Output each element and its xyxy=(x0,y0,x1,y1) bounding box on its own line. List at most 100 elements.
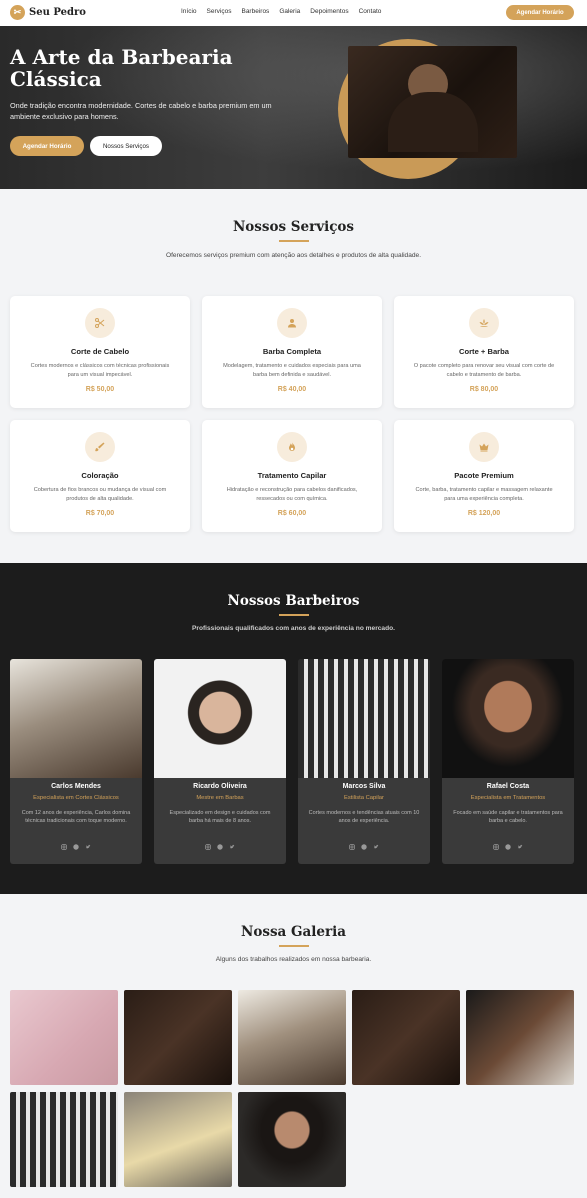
instagram-icon[interactable] xyxy=(61,844,67,850)
service-desc: Cortes modernos e clássicos com técnicas… xyxy=(30,363,170,378)
spa-icon xyxy=(469,308,499,338)
service-card[interactable]: Pacote Premium Corte, barba, tratamento … xyxy=(394,420,574,532)
service-card[interactable]: Tratamento Capilar Hidratação e reconstr… xyxy=(202,420,382,532)
gallery-image[interactable] xyxy=(238,1092,346,1187)
gallery-image[interactable] xyxy=(238,990,346,1085)
barber-card[interactable]: Rafael Costa Especialista em Tratamentos… xyxy=(442,659,574,864)
service-name: Tratamento Capilar xyxy=(257,471,327,480)
hero-subtitle: Onde tradição encontra modernidade. Cort… xyxy=(10,101,272,121)
crown-icon xyxy=(469,432,499,462)
service-name: Barba Completa xyxy=(262,347,322,356)
service-desc: Cobertura de fios brancos ou mudança de … xyxy=(33,487,167,502)
barber-photo xyxy=(10,659,142,778)
twitter-icon[interactable] xyxy=(85,844,91,850)
barber-role: Mestre em Barbas xyxy=(196,795,244,801)
barber-socials xyxy=(442,844,574,850)
barber-name: Rafael Costa xyxy=(486,783,530,790)
barber-desc: Focado em saúde capilar e tratamentos pa… xyxy=(453,810,563,825)
hero-schedule-button[interactable]: Agendar Horário xyxy=(10,136,84,156)
gallery-divider xyxy=(279,945,309,947)
service-desc: Corte, barba, tratamento capilar e massa… xyxy=(415,487,553,502)
barber-card[interactable]: Marcos Silva Estilista Capilar Cortes mo… xyxy=(298,659,430,864)
top-navbar: ✂ Seu Pedro Início Serviços Barbeiros Ga… xyxy=(0,0,587,26)
instagram-icon[interactable] xyxy=(349,844,355,850)
service-card[interactable]: Coloração Cobertura de fios brancos ou m… xyxy=(10,420,190,532)
nav-link-galeria[interactable]: Galeria xyxy=(279,8,300,15)
barber-role: Estilista Capilar xyxy=(344,795,384,801)
nav-link-inicio[interactable]: Início xyxy=(181,8,197,15)
nav-links: Início Serviços Barbeiros Galeria Depoim… xyxy=(181,8,381,15)
barber-desc: Com 12 anos de experiência, Carlos domin… xyxy=(21,810,131,825)
hero-title: A Arte da Barbearia Clássica xyxy=(10,45,233,91)
service-card[interactable]: Barba Completa Modelagem, tratamento e c… xyxy=(202,296,382,408)
service-price: R$ 80,00 xyxy=(469,386,499,393)
gallery-title: Nossa Galeria xyxy=(241,924,346,940)
hero-photo xyxy=(348,46,517,158)
instagram-icon[interactable] xyxy=(493,844,499,850)
service-desc: O pacote completo para renovar seu visua… xyxy=(413,363,555,378)
barber-socials xyxy=(10,844,142,850)
logo-text: Seu Pedro xyxy=(29,7,86,18)
barber-photo xyxy=(298,659,430,778)
service-name: Corte + Barba xyxy=(458,347,509,356)
facebook-icon[interactable] xyxy=(505,844,511,850)
barber-desc: Cortes modernos e tendências atuais com … xyxy=(308,810,420,825)
barbers-divider xyxy=(279,614,309,616)
service-price: R$ 120,00 xyxy=(467,510,501,517)
service-card[interactable]: Corte de Cabelo Cortes modernos e clássi… xyxy=(10,296,190,408)
barber-card[interactable]: Ricardo Oliveira Mestre em Barbas Especi… xyxy=(154,659,286,864)
service-price: R$ 60,00 xyxy=(277,510,307,517)
barber-socials xyxy=(154,844,286,850)
nav-link-barbeiros[interactable]: Barbeiros xyxy=(241,8,269,15)
service-price: R$ 50,00 xyxy=(85,386,115,393)
gallery-image[interactable] xyxy=(124,1092,232,1187)
barber-desc: Especializado em design e cuidados com b… xyxy=(169,810,271,825)
gallery-image[interactable] xyxy=(10,1092,118,1187)
barbers-title: Nossos Barbeiros xyxy=(227,593,360,609)
barber-role: Especialista em Cortes Clássicos xyxy=(33,795,119,801)
service-price: R$ 70,00 xyxy=(85,510,115,517)
service-name: Pacote Premium xyxy=(454,471,514,480)
twitter-icon[interactable] xyxy=(229,844,235,850)
hero-services-button[interactable]: Nossos Serviços xyxy=(90,136,162,156)
twitter-icon[interactable] xyxy=(517,844,523,850)
brush-icon xyxy=(85,432,115,462)
user-icon xyxy=(277,308,307,338)
gallery-image[interactable] xyxy=(466,990,574,1085)
gallery-description: Alguns dos trabalhos realizados em nossa… xyxy=(215,956,372,963)
gallery-image[interactable] xyxy=(124,990,232,1085)
facebook-icon[interactable] xyxy=(361,844,367,850)
barber-photo xyxy=(442,659,574,778)
gallery-image[interactable] xyxy=(352,990,460,1085)
barber-name: Marcos Silva xyxy=(342,783,386,790)
twitter-icon[interactable] xyxy=(373,844,379,850)
service-price: R$ 40,00 xyxy=(277,386,307,393)
instagram-icon[interactable] xyxy=(205,844,211,850)
barbers-description: Profissionais qualificados com anos de e… xyxy=(191,625,395,632)
barbers-section: Nossos Barbeiros Profissionais qualifica… xyxy=(0,563,587,894)
facebook-icon[interactable] xyxy=(217,844,223,850)
service-desc: Modelagem, tratamento e cuidados especia… xyxy=(223,363,361,378)
barber-name: Carlos Mendes xyxy=(51,783,101,790)
nav-link-servicos[interactable]: Serviços xyxy=(207,8,232,15)
barber-role: Especialista em Tratamentos xyxy=(470,795,546,801)
service-desc: Hidratação e reconstrução para cabelos d… xyxy=(226,487,358,502)
barber-photo xyxy=(154,659,286,778)
nav-schedule-button[interactable]: Agendar Horário xyxy=(506,5,574,20)
services-divider xyxy=(279,240,309,242)
barber-name: Ricardo Oliveira xyxy=(193,783,247,790)
logo[interactable]: ✂ Seu Pedro xyxy=(10,5,86,20)
hero-section: A Arte da Barbearia Clássica Onde tradiç… xyxy=(0,26,587,189)
barber-socials xyxy=(298,844,430,850)
nav-link-depoimentos[interactable]: Depoimentos xyxy=(310,8,348,15)
barber-card[interactable]: Carlos Mendes Especialista em Cortes Clá… xyxy=(10,659,142,864)
nav-link-contato[interactable]: Contato xyxy=(359,8,382,15)
service-name: Coloração xyxy=(81,471,119,480)
services-description: Oferecemos serviços premium com atenção … xyxy=(165,252,422,259)
facebook-icon[interactable] xyxy=(73,844,79,850)
gallery-image[interactable] xyxy=(10,990,118,1085)
flame-icon xyxy=(277,432,307,462)
scissors-logo-icon: ✂ xyxy=(10,5,25,20)
services-title: Nossos Serviços xyxy=(232,219,355,235)
service-card[interactable]: Corte + Barba O pacote completo para ren… xyxy=(394,296,574,408)
